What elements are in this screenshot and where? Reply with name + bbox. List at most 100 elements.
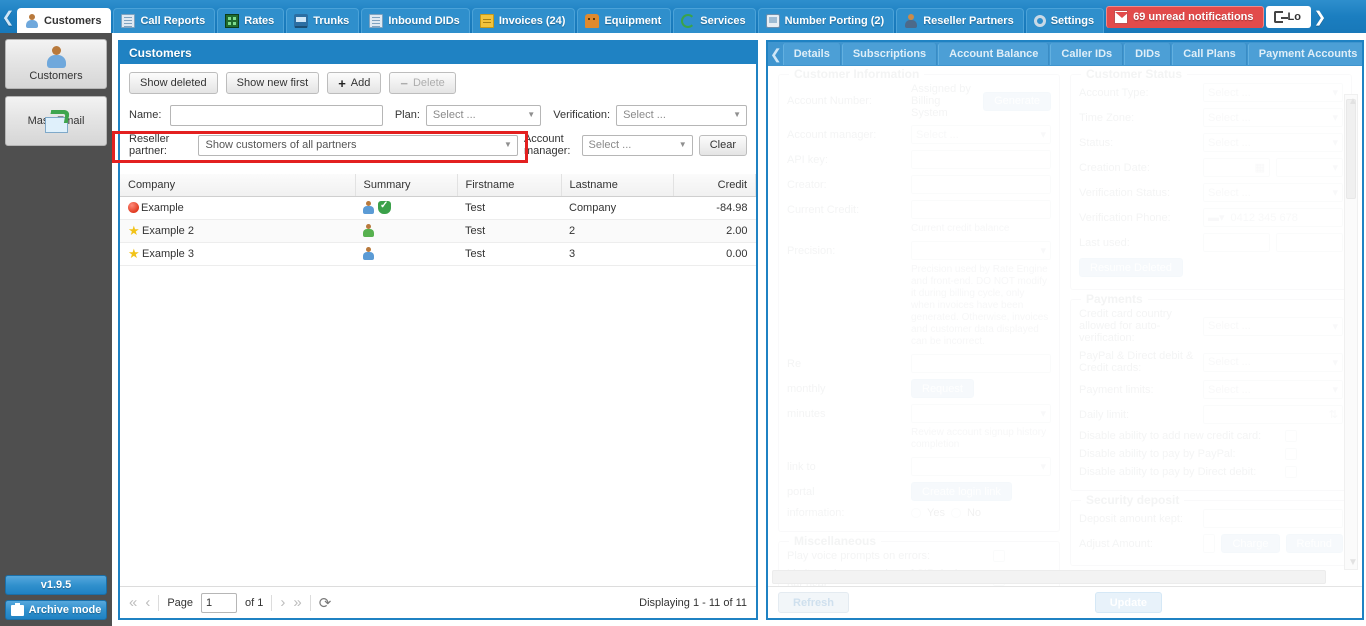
prev-page-icon[interactable]: ‹ bbox=[145, 594, 150, 611]
resume-deleted-button[interactable]: Resume Deleted bbox=[1079, 258, 1183, 277]
payment-limits-select[interactable]: Select ... ▾ bbox=[1203, 380, 1343, 399]
status-select[interactable]: Select ... ▾ bbox=[1203, 133, 1343, 152]
scrollbar-thumb[interactable] bbox=[1346, 99, 1356, 199]
adjust-amount-input[interactable] bbox=[1203, 534, 1216, 553]
chevron-down-icon: ▼ bbox=[678, 140, 687, 149]
last-used-input-2[interactable] bbox=[1276, 233, 1343, 252]
time-zone-select[interactable]: Select ... ▾ bbox=[1203, 108, 1343, 127]
nav-tab-trunks[interactable]: Trunks bbox=[286, 8, 360, 33]
refresh-icon[interactable]: ⟳ bbox=[319, 594, 332, 612]
yes-radio[interactable] bbox=[911, 508, 921, 518]
clear-button[interactable]: Clear bbox=[698, 134, 747, 156]
creation-date-select[interactable]: ▾ bbox=[1276, 158, 1343, 177]
tab-dids[interactable]: DIDs bbox=[1124, 43, 1172, 65]
table-row[interactable]: ★ Example 2 Test 2 2.00 bbox=[120, 219, 756, 243]
details-horizontal-scrollbar[interactable] bbox=[772, 570, 1326, 584]
nav-tab-equipment[interactable]: Equipment bbox=[577, 8, 672, 33]
nav-tab-settings[interactable]: Settings bbox=[1025, 8, 1105, 33]
nav-scroll-left-icon[interactable]: ❮ bbox=[0, 0, 16, 33]
reseller-partner-select[interactable]: Show customers of all partners ▼ bbox=[198, 134, 518, 156]
tabs-scroll-left-icon[interactable]: ❮ bbox=[770, 46, 782, 63]
tab-subscriptions[interactable]: Subscriptions bbox=[841, 43, 938, 65]
column-header-company[interactable]: Company bbox=[120, 174, 356, 197]
tab-caller-ids[interactable]: Caller IDs bbox=[1050, 43, 1124, 65]
refresh-button[interactable]: Refresh bbox=[778, 592, 849, 613]
disable-direct-debit-checkbox[interactable] bbox=[1285, 466, 1297, 478]
charge-button[interactable]: Charge bbox=[1221, 534, 1280, 553]
last-used-input-1[interactable] bbox=[1203, 233, 1270, 252]
cc-country-select[interactable]: Select ... ▾ bbox=[1203, 316, 1343, 336]
account-type-select[interactable]: Select ... ▾ bbox=[1203, 83, 1343, 102]
nav-tab-services[interactable]: Services bbox=[673, 8, 756, 33]
current-credit-input[interactable] bbox=[911, 200, 1051, 219]
column-header-lastname[interactable]: Lastname bbox=[561, 174, 674, 197]
page-input[interactable] bbox=[201, 592, 238, 613]
generate-button[interactable]: Generate bbox=[983, 91, 1051, 111]
nav-tab-number-porting[interactable]: Number Porting (2) bbox=[757, 8, 895, 33]
plan-select[interactable]: Select ... ▼ bbox=[425, 104, 542, 126]
delete-button[interactable]: − Delete bbox=[389, 72, 456, 94]
details-vertical-scrollbar[interactable]: ▲ ▼ bbox=[1344, 94, 1358, 570]
request-button[interactable]: Request bbox=[911, 379, 974, 398]
account-manager-select[interactable]: Select ... ▾ bbox=[911, 125, 1051, 144]
archive-mode-button[interactable]: Archive mode bbox=[5, 600, 107, 620]
nav-tab-rates[interactable]: Rates bbox=[217, 8, 285, 33]
table-row[interactable]: ★ Example 3 Test 3 0.00 bbox=[120, 242, 756, 266]
notifications-button[interactable]: 69 unread notifications bbox=[1106, 5, 1264, 28]
daily-limit-input[interactable]: ⇅ bbox=[1203, 405, 1343, 424]
minutes-select[interactable]: ▾ bbox=[911, 404, 1051, 423]
tab-account-balance[interactable]: Account Balance bbox=[938, 43, 1050, 65]
table-row[interactable]: Example Test Company -84.98 bbox=[120, 196, 756, 220]
sidebar-item-mass-email[interactable]: Mass Email bbox=[5, 96, 107, 146]
disable-add-card-checkbox[interactable] bbox=[1285, 430, 1297, 442]
spinner-icon[interactable]: ⇅ bbox=[1329, 408, 1338, 421]
archive-icon bbox=[10, 602, 24, 616]
nav-tab-reseller-partners[interactable]: Reseller Partners bbox=[896, 8, 1024, 33]
link-to-select[interactable]: ▾ bbox=[911, 457, 1051, 476]
creator-input[interactable] bbox=[911, 175, 1051, 194]
verification-select[interactable]: Select ... ▼ bbox=[616, 104, 747, 126]
column-header-credit[interactable]: Credit bbox=[673, 174, 756, 197]
precision-select[interactable]: ▾ bbox=[911, 241, 1051, 260]
nav-tab-call-reports[interactable]: Call Reports bbox=[113, 8, 216, 33]
reset-input[interactable] bbox=[911, 354, 1051, 373]
column-header-firstname[interactable]: Firstname bbox=[457, 174, 562, 197]
divider bbox=[309, 594, 311, 611]
sidebar-item-customers[interactable]: Customers bbox=[5, 39, 107, 89]
paypal-debit-select[interactable]: Select ... ▾ bbox=[1203, 352, 1343, 372]
nav-tab-invoices[interactable]: Invoices (24) bbox=[471, 8, 576, 33]
logout-button[interactable]: Lo bbox=[1265, 5, 1311, 28]
disable-paypal-checkbox[interactable] bbox=[1285, 448, 1297, 460]
nav-scroll-right-icon[interactable]: ❯ bbox=[1312, 0, 1328, 33]
verification-phone-input[interactable]: ▬▾ 0412 345 678 bbox=[1203, 208, 1343, 227]
add-button[interactable]: + Add bbox=[327, 72, 382, 94]
creation-date-input[interactable]: ▦ bbox=[1203, 158, 1270, 177]
deposit-amount-input[interactable] bbox=[1203, 509, 1343, 528]
first-page-icon[interactable]: « bbox=[129, 594, 137, 611]
divider bbox=[158, 594, 160, 611]
tab-call-plans[interactable]: Call Plans bbox=[1172, 43, 1247, 65]
no-radio[interactable] bbox=[950, 508, 961, 518]
show-deleted-button[interactable]: Show deleted bbox=[129, 72, 218, 94]
nav-tab-customers[interactable]: Customers bbox=[17, 8, 112, 33]
update-button[interactable]: Update bbox=[1094, 592, 1162, 613]
name-input[interactable] bbox=[170, 104, 383, 126]
verification-status-select[interactable]: Select ... ▾ bbox=[1203, 183, 1343, 202]
api-key-input[interactable] bbox=[911, 150, 1051, 169]
scroll-up-icon[interactable]: ▲ bbox=[1348, 96, 1358, 107]
scroll-down-icon[interactable]: ▼ bbox=[1348, 557, 1358, 568]
voice-prompts-checkbox[interactable] bbox=[993, 550, 1005, 562]
next-page-icon[interactable]: › bbox=[280, 594, 285, 611]
verification-status-value: Select ... bbox=[1208, 186, 1251, 199]
nav-tab-inbound-dids[interactable]: Inbound DIDs bbox=[361, 8, 470, 33]
divider bbox=[271, 594, 273, 611]
refund-button[interactable]: Refund bbox=[1285, 534, 1343, 553]
show-new-first-button[interactable]: Show new first bbox=[225, 72, 320, 94]
column-header-summary[interactable]: Summary bbox=[355, 174, 458, 197]
tab-payment-accounts[interactable]: Payment Accounts bbox=[1247, 43, 1362, 65]
create-login-link-button[interactable]: Create login link bbox=[911, 482, 1012, 501]
chevron-down-icon: ▾ bbox=[1040, 408, 1046, 420]
tab-details[interactable]: Details bbox=[782, 43, 841, 65]
last-page-icon[interactable]: » bbox=[293, 594, 301, 611]
account-manager-select[interactable]: Select ... ▼ bbox=[581, 134, 693, 156]
